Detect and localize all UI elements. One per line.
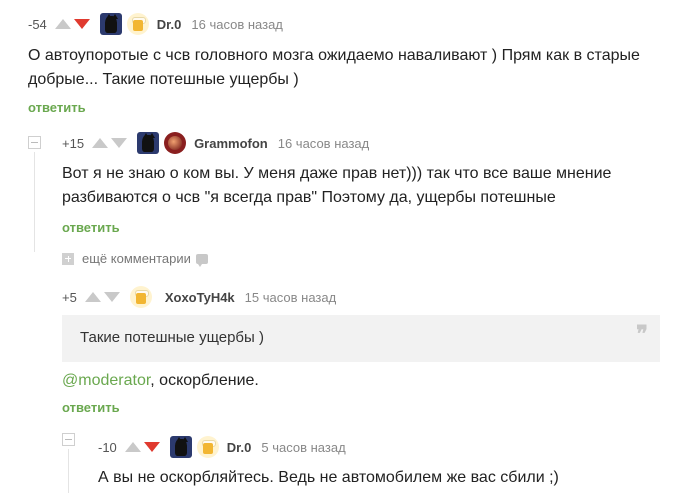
upvote-icon[interactable] bbox=[84, 292, 101, 302]
collapse-thread-button[interactable] bbox=[28, 136, 41, 149]
avatar-beer[interactable] bbox=[196, 436, 219, 458]
avatar-beer[interactable] bbox=[126, 13, 149, 35]
reply-link[interactable]: ответить bbox=[28, 100, 86, 115]
comment-author[interactable]: Dr.0 bbox=[157, 17, 182, 32]
comment-text-line: разбиваются о чсв "я всегда прав" Поэтом… bbox=[62, 189, 556, 206]
vote-controls bbox=[92, 138, 128, 148]
comment-2-header: +15 Grammofon 16 часов назад bbox=[62, 132, 370, 154]
reply-link[interactable]: ответить bbox=[62, 220, 120, 235]
comment-2-body: Вот я не знаю о ком вы. У меня даже прав… bbox=[62, 162, 692, 210]
thread-line[interactable] bbox=[68, 449, 69, 493]
downvote-icon[interactable] bbox=[103, 292, 120, 302]
comment-4-header: -10 Dr.0 5 часов назад bbox=[98, 436, 346, 458]
comment-time[interactable]: 15 часов назад bbox=[245, 290, 337, 305]
comment-time[interactable]: 16 часов назад bbox=[191, 17, 283, 32]
quote-icon: ❞ bbox=[636, 321, 648, 347]
avatar-user[interactable] bbox=[164, 132, 187, 154]
upvote-icon[interactable] bbox=[54, 19, 71, 29]
comment-4-body: А вы не оскорбляйтесь. Ведь не автомобил… bbox=[98, 466, 688, 490]
avatar-cat[interactable] bbox=[137, 132, 160, 154]
comment-text-line: А вы не оскорбляйтесь. Ведь не автомобил… bbox=[98, 469, 559, 486]
expand-icon bbox=[62, 252, 74, 265]
comment-author[interactable]: XoxoTyH4k bbox=[165, 290, 235, 305]
comment-author[interactable]: Grammofon bbox=[194, 136, 268, 151]
downvote-icon[interactable] bbox=[73, 19, 90, 29]
comment-author[interactable]: Dr.0 bbox=[227, 440, 252, 455]
comment-3-body: @moderator, оскорбление. bbox=[62, 369, 662, 393]
vote-controls bbox=[124, 442, 160, 452]
upvote-icon[interactable] bbox=[124, 442, 141, 452]
comment-text-line: добрые... Такие потешные ущербы ) bbox=[28, 71, 299, 88]
comment-rating: -10 bbox=[98, 439, 117, 455]
comment-time[interactable]: 16 часов назад bbox=[278, 136, 370, 151]
comment-rating: +5 bbox=[62, 289, 77, 305]
comment-bubble-icon bbox=[195, 253, 208, 267]
vote-controls bbox=[54, 19, 90, 29]
comment-1-body: О автоупоротые с чсв головного мозга ожи… bbox=[28, 44, 688, 92]
downvote-icon[interactable] bbox=[111, 138, 128, 148]
comment-text: , оскорбление. bbox=[150, 372, 259, 389]
thread-line[interactable] bbox=[34, 152, 35, 252]
comment-text-line: Вот я не знаю о ком вы. У меня даже прав… bbox=[62, 165, 612, 182]
more-comments-label: ещё комментарии bbox=[82, 251, 191, 266]
avatar-beer[interactable] bbox=[129, 286, 152, 308]
comment-rating: -54 bbox=[28, 16, 47, 32]
quote-text: Такие потешные ущербы ) bbox=[80, 329, 264, 346]
downvote-icon[interactable] bbox=[143, 442, 160, 452]
comment-time[interactable]: 5 часов назад bbox=[261, 440, 345, 455]
comment-rating: +15 bbox=[62, 135, 85, 151]
quote-block: Такие потешные ущербы ) ❞ bbox=[62, 315, 660, 362]
mention-link[interactable]: @moderator bbox=[62, 372, 150, 389]
upvote-icon[interactable] bbox=[92, 138, 109, 148]
more-comments-button[interactable]: ещё комментарии bbox=[62, 251, 208, 267]
comment-1-header: -54 Dr.0 16 часов назад bbox=[28, 13, 283, 35]
collapse-thread-button[interactable] bbox=[62, 433, 75, 446]
comment-3-header: +5 XoxoTyH4k 15 часов назад bbox=[62, 286, 337, 308]
avatar-cat[interactable] bbox=[169, 436, 192, 458]
vote-controls bbox=[84, 292, 120, 302]
comment-text-line: О автоупоротые с чсв головного мозга ожи… bbox=[28, 47, 640, 64]
avatar-cat[interactable] bbox=[99, 13, 122, 35]
reply-link[interactable]: ответить bbox=[62, 400, 120, 415]
